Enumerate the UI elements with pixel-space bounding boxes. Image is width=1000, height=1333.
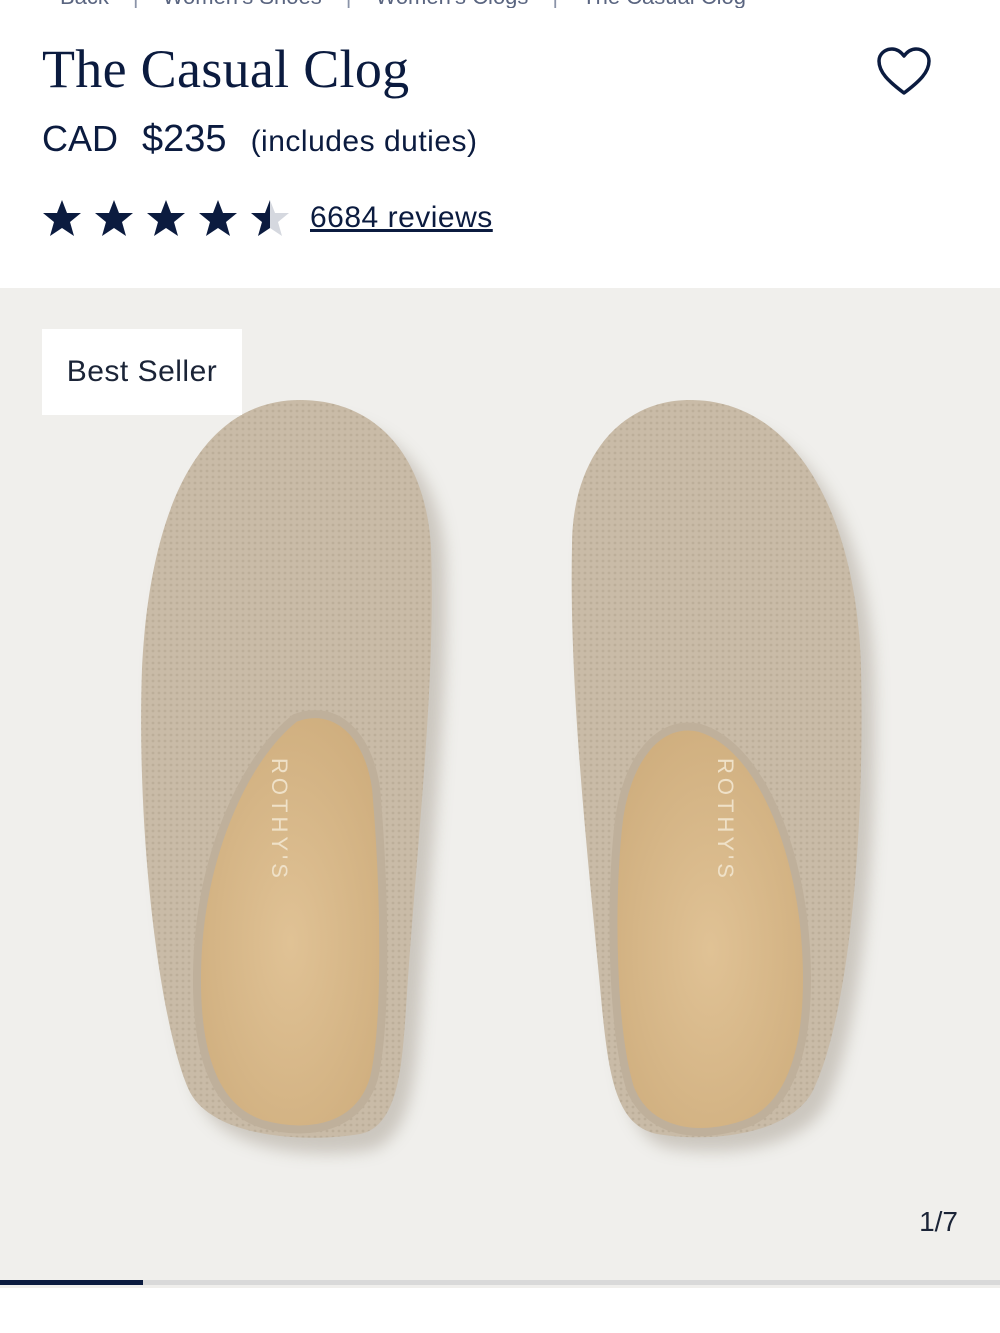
star-rating xyxy=(42,198,290,238)
breadcrumb-back[interactable]: Back xyxy=(60,0,109,8)
breadcrumb: Back | Women's Shoes | Women's Clogs | T… xyxy=(60,0,940,8)
product-image-gallery[interactable]: ROTHY'S ROTHY'S Best Seller 1/7 xyxy=(0,288,1000,1288)
breadcrumb-separator: | xyxy=(346,0,352,8)
breadcrumb-separator: | xyxy=(133,0,139,8)
star-icon xyxy=(147,200,185,236)
product-image[interactable]: ROTHY'S ROTHY'S xyxy=(0,288,1000,1288)
insole-brand-right: ROTHY'S xyxy=(713,758,738,882)
price-row: CAD $235 (includes duties) xyxy=(42,118,478,161)
right-clog: ROTHY'S xyxy=(571,400,875,1152)
star-icon xyxy=(95,200,133,236)
product-title: The Casual Clog xyxy=(42,39,410,99)
breadcrumb-current: The Casual Clog xyxy=(582,0,746,8)
left-clog: ROTHY'S xyxy=(141,400,446,1154)
half-star-icon xyxy=(251,200,289,236)
rating-row: 6684 reviews xyxy=(42,198,493,238)
best-seller-badge: Best Seller xyxy=(42,329,242,415)
price-amount: $235 xyxy=(142,118,227,160)
star-icon xyxy=(43,200,81,236)
insole-brand-left: ROTHY'S xyxy=(267,758,292,882)
heart-outline-icon xyxy=(877,47,931,95)
gallery-counter: 1/7 xyxy=(919,1206,958,1237)
gallery-progress-fill xyxy=(0,1280,143,1285)
star-icon xyxy=(199,200,237,236)
reviews-link[interactable]: 6684 reviews xyxy=(310,201,493,235)
price-note: (includes duties) xyxy=(250,125,478,158)
gallery-progress-bar xyxy=(0,1280,1000,1285)
breadcrumb-womens-shoes[interactable]: Women's Shoes xyxy=(163,0,322,8)
price-currency: CAD xyxy=(42,118,119,159)
breadcrumb-womens-clogs[interactable]: Women's Clogs xyxy=(375,0,528,8)
breadcrumb-separator: | xyxy=(552,0,558,8)
wishlist-button[interactable] xyxy=(876,46,932,98)
